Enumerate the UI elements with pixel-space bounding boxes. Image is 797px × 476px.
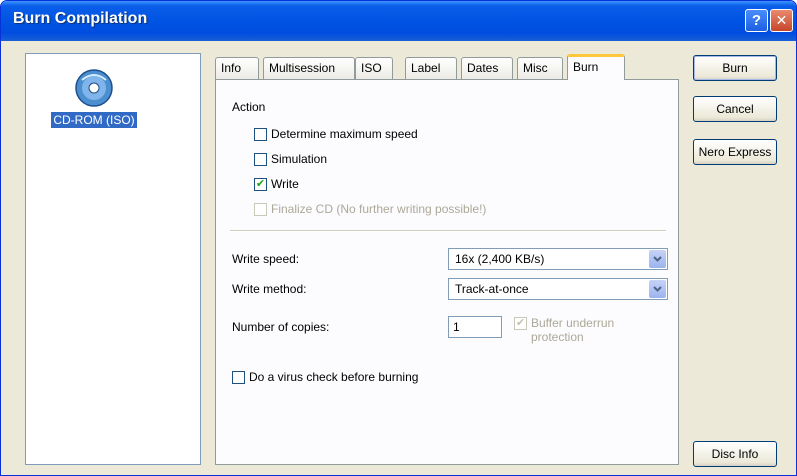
checkbox-label: Buffer underrun protection [531,316,614,344]
tab-burn[interactable]: Burn [567,54,625,80]
buffer-underrun-line1: Buffer underrun [531,316,615,330]
write-speed-value: 16x (2,400 KB/s) [455,252,545,266]
tab-label: Info [221,61,242,75]
tab-label: Dates [467,61,499,75]
write-checkbox[interactable]: ✔ Write [254,176,299,192]
section-divider [230,230,666,232]
virus-check-checkbox[interactable]: Do a virus check before burning [232,370,418,384]
copies-value: 1 [453,320,460,334]
checkbox-label: Determine maximum speed [271,127,418,141]
action-group-label: Action [232,100,266,114]
checkbox-box[interactable]: ✔ [254,177,267,191]
compilation-type-list[interactable]: CD-ROM (ISO) [25,53,201,465]
help-icon: ? [751,12,762,29]
checkbox-box[interactable] [254,152,267,166]
checkbox-label: Finalize CD (No further writing possible… [271,202,487,216]
write-method-label: Write method: [232,282,307,296]
help-button[interactable]: ? [745,9,768,32]
tab-label: Multisession [269,61,336,75]
cancel-button[interactable]: Cancel [693,96,777,122]
checkbox-label: Simulation [271,152,328,166]
tab-info[interactable]: Info [215,57,259,79]
write-method-select[interactable]: Track-at-once [448,278,668,300]
close-button[interactable]: ✕ [770,9,793,32]
tab-label: Label [411,61,441,75]
disc-info-button[interactable]: Disc Info [693,441,777,467]
checkbox-box [254,202,267,216]
checkbox-box: ✔ [514,317,527,330]
list-item-label: CD-ROM (ISO) [51,112,137,128]
tab-misc[interactable]: Misc [517,57,563,79]
chevron-down-icon [653,256,662,262]
tab-label-settings[interactable]: Label [405,57,457,79]
number-of-copies-input[interactable]: 1 [448,316,502,338]
nero-express-button[interactable]: Nero Express [693,139,777,165]
tab-label: Burn [573,60,599,74]
burn-tab-panel: Action Determine maximum speed Simulatio… [215,79,679,465]
tab-dates[interactable]: Dates [461,57,513,79]
cd-rom-icon [75,69,113,107]
buffer-underrun-line2: protection [531,330,584,344]
tab-label: ISO [361,61,382,75]
dropdown-button[interactable] [649,280,666,298]
title-bar[interactable]: Burn Compilation ? ✕ [1,1,796,41]
write-method-value: Track-at-once [455,282,529,296]
tab-iso[interactable]: ISO [355,57,393,79]
checkbox-box[interactable] [232,370,245,384]
number-of-copies-label: Number of copies: [232,320,330,334]
determine-max-speed-checkbox[interactable]: Determine maximum speed [254,126,418,142]
checkbox-label: Write [271,177,299,191]
tab-multisession[interactable]: Multisession [263,57,355,79]
write-speed-select[interactable]: 16x (2,400 KB/s) [448,248,668,270]
dialog-client-area: CD-ROM (ISO) Info Multisession ISO Label… [5,41,792,471]
simulation-checkbox[interactable]: Simulation [254,151,327,167]
tab-label: Misc [523,61,548,75]
check-mark-icon: ✔ [255,177,266,190]
burn-button[interactable]: Burn [693,55,777,81]
dropdown-button[interactable] [649,250,666,268]
buffer-underrun-checkbox: ✔ Buffer underrun protection [514,316,614,344]
check-mark-icon: ✔ [515,317,526,329]
burn-compilation-window: Burn Compilation ? ✕ CD-ROM (ISO) Info M… [0,0,797,476]
checkbox-label: Do a virus check before burning [249,370,419,384]
list-item-cd-rom-iso[interactable]: CD-ROM (ISO) [32,66,156,128]
finalize-cd-checkbox: Finalize CD (No further writing possible… [254,201,486,217]
checkbox-box[interactable] [254,127,267,141]
chevron-down-icon [653,286,662,292]
close-icon: ✕ [775,12,788,28]
window-title: Burn Compilation [13,10,148,27]
write-speed-label: Write speed: [232,252,300,266]
